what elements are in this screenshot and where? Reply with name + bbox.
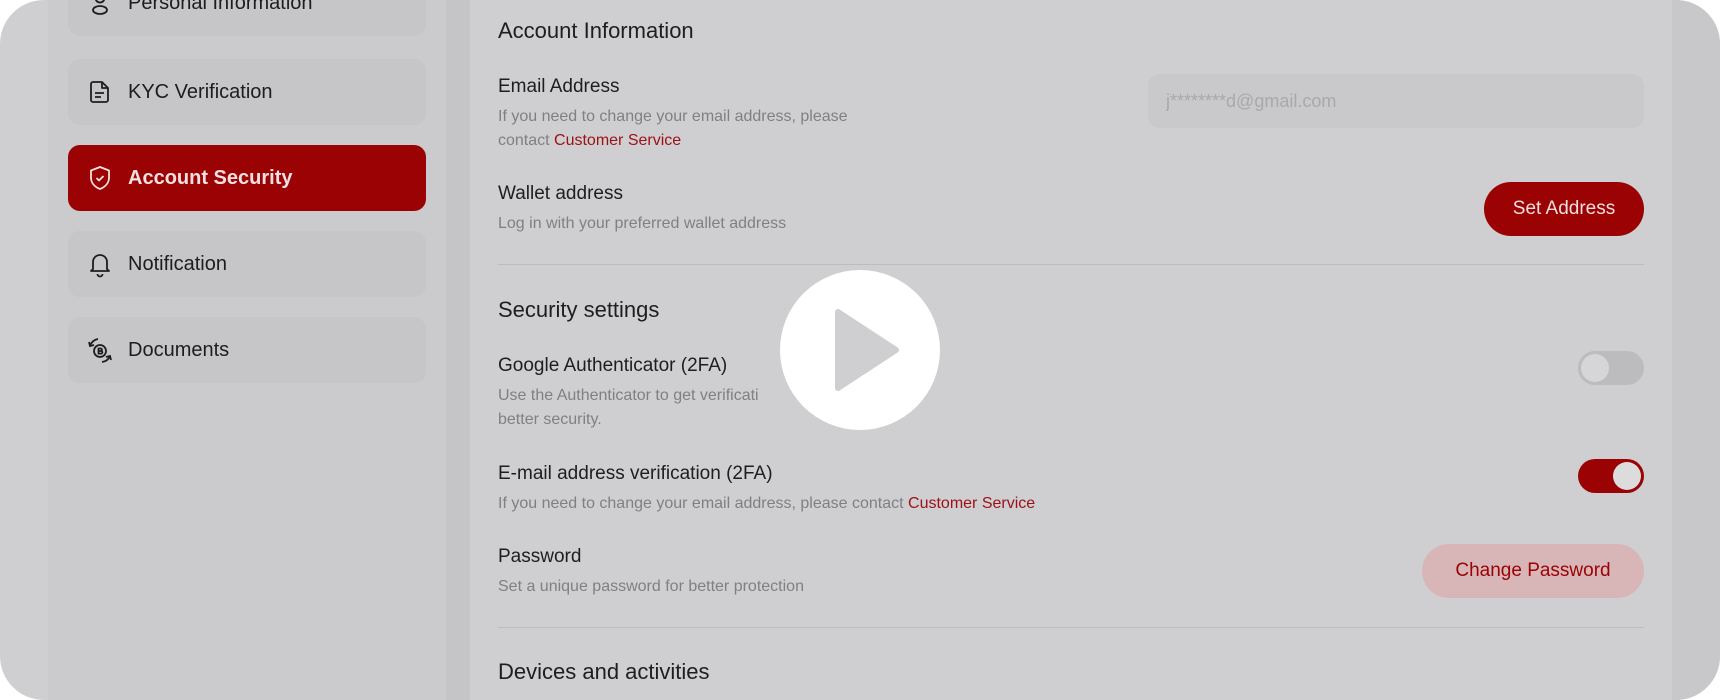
description-line: Use the Authenticator to get verificati	[498, 387, 759, 404]
description-line: better security.	[498, 411, 602, 428]
sidebar-item-label: Documents	[128, 338, 230, 361]
column-gap	[446, 0, 470, 700]
wallet-address-description: Log in with your preferred wallet addres…	[498, 215, 787, 232]
account-security-panel: Account Information Email Address If you…	[470, 0, 1672, 700]
password-description: Set a unique password for better protect…	[498, 578, 804, 595]
customer-service-link[interactable]: Customer Service	[554, 132, 681, 149]
email-verification-label: E-mail address verification (2FA)	[498, 463, 773, 484]
description-text: If you need to change your email address…	[498, 495, 909, 512]
toggle-knob	[1613, 462, 1641, 490]
sidebar-item-documents[interactable]: Documents	[68, 317, 426, 383]
section-title-devices-activities: Devices and activities	[498, 659, 710, 684]
email-label: Email Address	[498, 76, 620, 97]
change-password-button[interactable]: Change Password	[1422, 544, 1644, 598]
email-description-text: contact	[498, 132, 555, 149]
set-address-button[interactable]: Set Address	[1484, 182, 1644, 236]
sidebar-item-label: Notification	[128, 252, 227, 275]
settings-sidebar: Personal Information KYC Verification Ac…	[48, 0, 446, 700]
divider	[498, 264, 1644, 265]
bell-icon	[86, 250, 114, 278]
sidebar-item-personal-information[interactable]: Personal Information	[68, 0, 426, 36]
app-frame: Personal Information KYC Verification Ac…	[0, 0, 1720, 700]
google-authenticator-toggle[interactable]	[1578, 351, 1644, 385]
user-icon	[86, 0, 114, 17]
google-authenticator-description: Use the Authenticator to get verificati …	[498, 384, 759, 432]
password-label: Password	[498, 546, 582, 567]
toggle-knob	[1581, 354, 1609, 382]
document-icon	[86, 78, 114, 106]
sidebar-item-account-security[interactable]: Account Security	[68, 145, 426, 211]
wallet-address-label: Wallet address	[498, 183, 623, 204]
video-play-button[interactable]	[780, 270, 940, 430]
divider	[498, 627, 1644, 628]
email-description-line: contact Customer Service	[498, 129, 848, 153]
email-verification-description: If you need to change your email address…	[498, 492, 1035, 516]
shield-check-icon	[86, 164, 114, 192]
email-description: If you need to change your email address…	[498, 105, 848, 153]
coins-exchange-icon	[86, 336, 114, 364]
section-title-account-information: Account Information	[498, 18, 694, 43]
right-edge	[1672, 0, 1720, 700]
email-description-line: If you need to change your email address…	[498, 108, 848, 125]
sidebar-item-label: Personal Information	[128, 0, 313, 14]
play-icon	[835, 309, 899, 391]
email-field[interactable]	[1148, 74, 1644, 128]
sidebar-item-kyc-verification[interactable]: KYC Verification	[68, 59, 426, 125]
sidebar-item-label: Account Security	[128, 166, 293, 189]
email-verification-toggle[interactable]	[1578, 459, 1644, 493]
sidebar-item-label: KYC Verification	[128, 80, 273, 103]
section-title-security-settings: Security settings	[498, 297, 660, 322]
sidebar-item-notification[interactable]: Notification	[68, 231, 426, 297]
google-authenticator-label: Google Authenticator (2FA)	[498, 355, 728, 376]
customer-service-link[interactable]: Customer Service	[908, 495, 1035, 512]
